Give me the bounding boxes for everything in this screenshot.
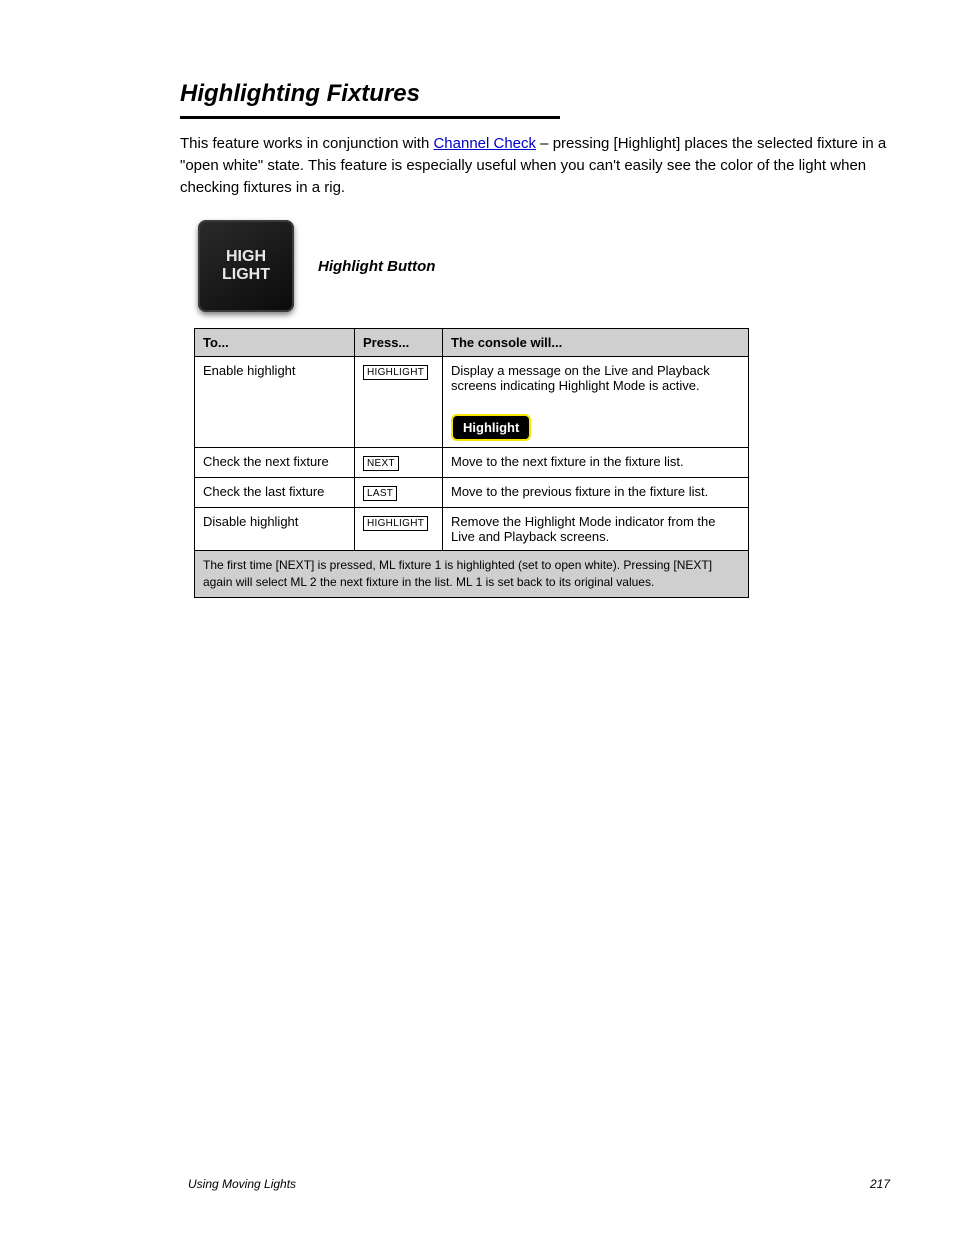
cell-will: Display a message on the Live and Playba… [443,357,749,448]
table-row: Disable highlight HIGHLIGHT Remove the H… [195,508,749,551]
cell-will: Move to the previous fixture in the fixt… [443,478,749,508]
cell-press: LAST [355,478,443,508]
col-header-to: To... [195,329,355,357]
table-row: Check the next fixture NEXT Move to the … [195,448,749,478]
keycap-caption: Highlight Button [318,258,435,275]
cell-to: Disable highlight [195,508,355,551]
footer-section-title: Using Moving Lights [188,1177,296,1191]
key-badge-last: LAST [363,486,397,501]
table-row: Enable highlight HIGHLIGHT Display a mes… [195,357,749,448]
key-badge-next: NEXT [363,456,399,471]
table-note-row: The first time [NEXT] is pressed, ML fix… [195,551,749,598]
key-badge-highlight: HIGHLIGHT [363,365,428,380]
key-badge-highlight: HIGHLIGHT [363,516,428,531]
cell-will: Move to the next fixture in the fixture … [443,448,749,478]
instructions-table: To... Press... The console will... Enabl… [194,328,749,598]
keycap-text: HIGH LIGHT [222,248,270,285]
intro-paragraph: This feature works in conjunction with C… [180,133,894,198]
table-row: Check the last fixture LAST Move to the … [195,478,749,508]
cell-press: HIGHLIGHT [355,508,443,551]
col-header-will: The console will... [443,329,749,357]
cell-will: Remove the Highlight Mode indicator from… [443,508,749,551]
cell-press: NEXT [355,448,443,478]
highlight-mode-indicator: Highlight [451,414,531,441]
col-header-press: Press... [355,329,443,357]
page-footer: Using Moving Lights 217 [188,1177,890,1191]
cell-to: Check the next fixture [195,448,355,478]
table-header-row: To... Press... The console will... [195,329,749,357]
table-note: The first time [NEXT] is pressed, ML fix… [195,551,749,598]
will-text: Display a message on the Live and Playba… [451,363,710,393]
channel-check-link[interactable]: Channel Check [433,135,536,152]
cell-to: Enable highlight [195,357,355,448]
cell-to: Check the last fixture [195,478,355,508]
intro-text-before: This feature works in conjunction with [180,135,433,152]
cell-press: HIGHLIGHT [355,357,443,448]
footer-page-number: 217 [870,1177,890,1191]
section-rule [180,116,560,119]
section-heading: Highlighting Fixtures [180,80,894,108]
highlight-keycap-image: HIGH LIGHT [198,220,294,312]
